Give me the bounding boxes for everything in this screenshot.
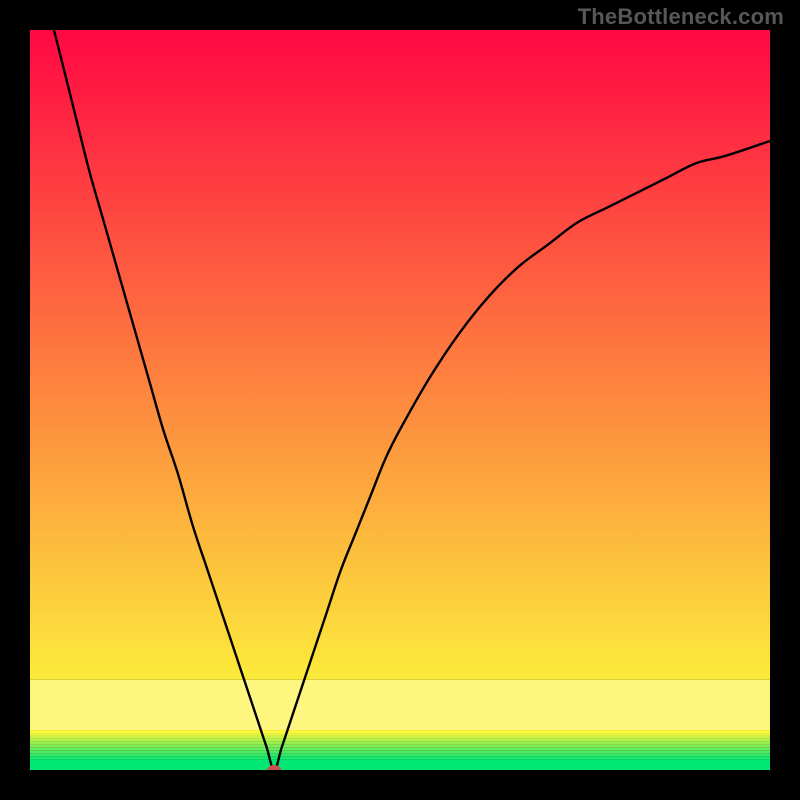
chart-frame: TheBottleneck.com [0, 0, 800, 800]
plot-area [30, 30, 770, 770]
chart-svg [30, 30, 770, 770]
watermark-text: TheBottleneck.com [578, 4, 784, 30]
